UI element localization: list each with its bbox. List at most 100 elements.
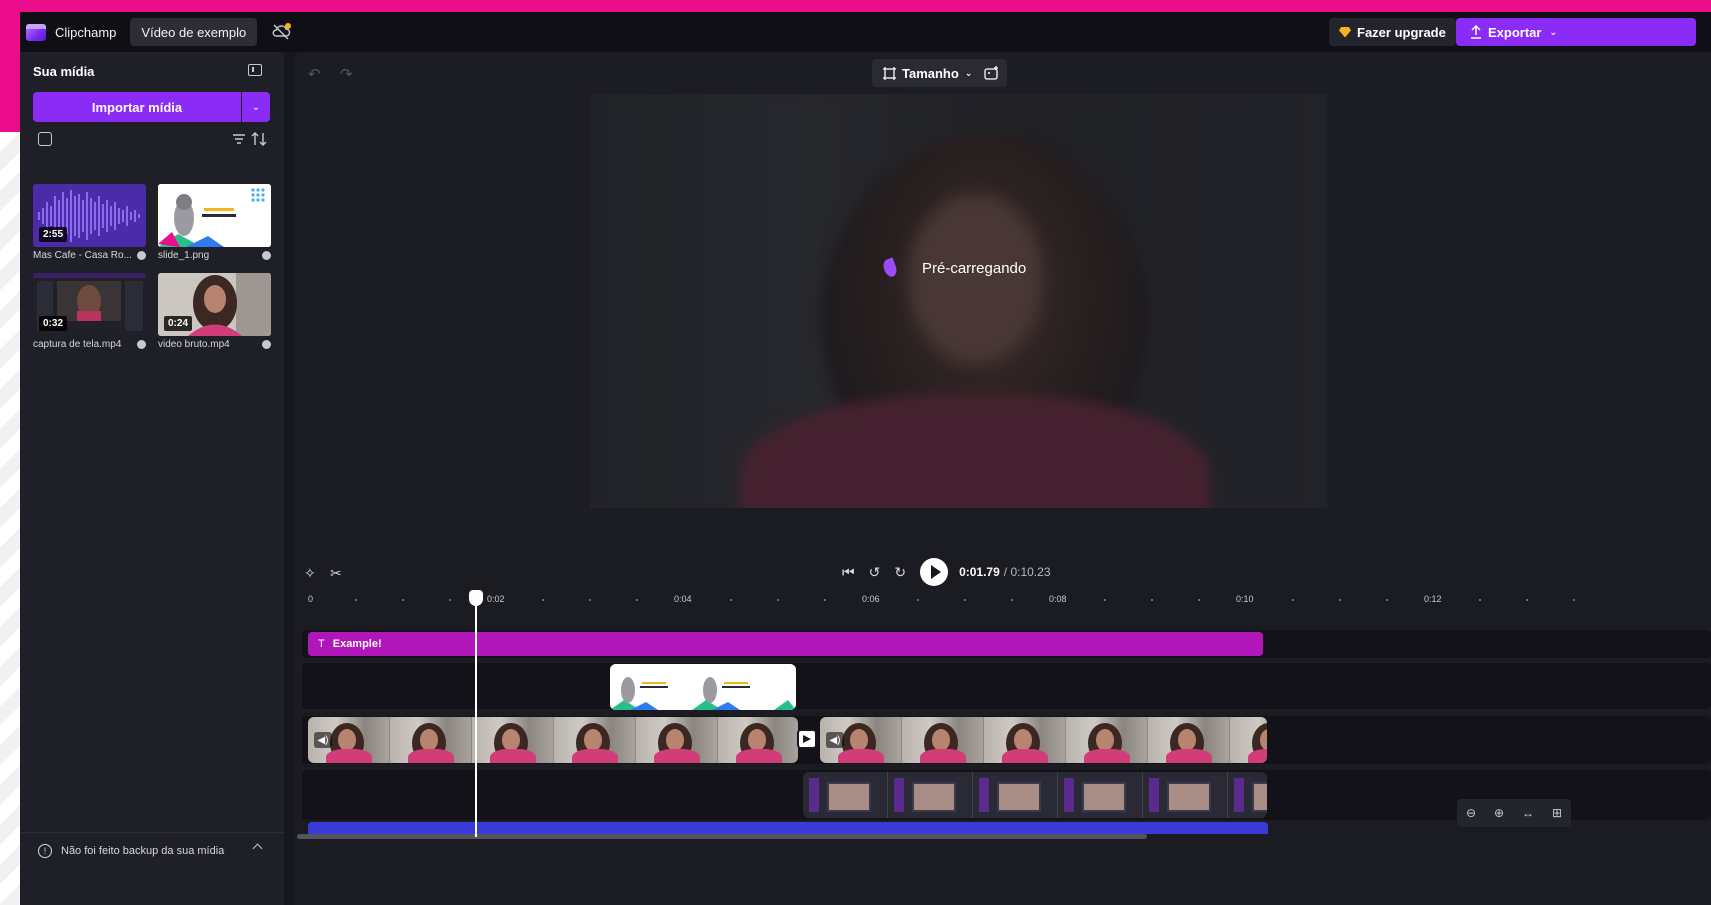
screen-frame-thumb [1143,772,1228,818]
text-clip-label: Example! [332,638,382,650]
video-clip[interactable]: ◀) [820,717,1267,763]
ruler-tick [824,599,826,601]
skip-back-icon[interactable]: ⏮ [842,564,855,581]
media-label: slide_1.png [158,250,271,261]
zoom-controls: ⊖ ⊕ ↔ ⊞ [1457,799,1571,827]
media-panel: Sua mídia Importar mídia ⌄ 2:55 Mas Cafe… [20,52,284,905]
redo-icon[interactable]: ↷ [340,65,353,83]
import-dropdown-button[interactable]: ⌄ [242,92,270,122]
image-clip-frame [610,664,692,710]
undo-icon[interactable]: ↶ [308,65,321,83]
ruler-tick [542,599,544,601]
export-button[interactable]: Exportar ⌄ [1456,18,1696,46]
magic-wand-icon[interactable]: ✧ [304,565,316,582]
volume-icon[interactable]: ◀) [826,732,844,748]
playback-controls: ⏮ ↺ ↻ 0:01.79 / 0:10.23 [842,558,1051,586]
media-item[interactable]: 0:32 captura de tela.mp4 [33,273,146,350]
ruler-tick [402,599,404,601]
import-media-button[interactable]: Importar mídia [33,92,241,122]
image-clip[interactable] [610,664,796,710]
chevron-down-icon: ⌄ [964,67,973,78]
media-label: captura de tela.mp4 [33,339,146,350]
chevron-down-icon: ⌄ [1549,26,1558,37]
cloud-off-icon[interactable] [271,22,292,42]
video-preview[interactable] [590,94,1327,508]
transition-icon[interactable] [797,729,817,749]
media-item[interactable]: slide_1.png [158,184,271,261]
spinner-icon [881,257,899,279]
playhead-handle[interactable] [469,590,483,606]
app-name: Clipchamp [55,24,117,40]
background-corner [0,12,20,132]
media-item[interactable]: 0:24 video bruto.mp4 [158,273,271,350]
image-clip-frame [692,664,774,710]
collapse-panel-icon[interactable] [248,64,262,76]
image-clip-frame [774,664,796,710]
zoom-out-icon[interactable]: ⊖ [1466,806,1476,820]
media-thumbnail: 2:55 [33,184,146,247]
clipchamp-logo-icon [26,23,46,41]
check-icon [137,251,146,260]
screen-frame-thumb [1058,772,1143,818]
audio-clip[interactable] [308,822,1268,834]
ruler-tick [355,599,357,601]
add-ai-button[interactable] [977,59,1007,87]
preview-area: ↶ ↷ Tamanho ⌄ [294,52,1711,552]
backup-notice[interactable]: ! Não foi feito backup da sua mídia [20,832,284,868]
video-frame-thumb [390,717,472,763]
time-ruler[interactable]: 0 0:02 0:04 0:06 0:08 0:10 0:12 [294,594,1711,616]
screen-frame-thumb [1228,772,1267,818]
video-frame-thumb: ◀) [820,717,902,763]
ruler-label: 0:12 [1424,594,1442,604]
ruler-tick [1198,599,1200,601]
info-icon: ! [38,843,52,858]
rewind-5-icon[interactable]: ↺ [869,564,881,581]
select-all-checkbox[interactable] [38,132,52,146]
gem-icon [1339,26,1351,38]
sort-icon[interactable] [251,131,267,147]
top-bar: Clipchamp Vídeo de exemplo Fazer upgrade… [20,12,1711,52]
expand-icon[interactable]: ⊞ [1552,806,1562,820]
screen-capture-clip[interactable] [803,772,1267,818]
image-track[interactable] [302,663,1711,709]
media-label: Mas Cafe - Casa Ro... [33,250,146,261]
ruler-tick [777,599,779,601]
video-clip[interactable]: ◀) [308,717,798,763]
media-thumbnail [158,184,271,247]
video-frame-thumb [636,717,718,763]
timeline-scrollbar[interactable] [297,834,1147,839]
media-name: slide_1.png [158,250,210,261]
project-title[interactable]: Vídeo de exemplo [130,18,258,46]
ruler-tick [449,599,451,601]
background-band [0,0,1711,12]
upgrade-button[interactable]: Fazer upgrade [1329,18,1456,46]
video-frame-thumb [984,717,1066,763]
video-frame-thumb [1148,717,1230,763]
fit-icon[interactable]: ↔ [1522,806,1534,820]
ruler-tick [1151,599,1153,601]
media-item[interactable]: 2:55 Mas Cafe - Casa Ro... [33,184,146,261]
ruler-label: 0:06 [862,594,880,604]
play-button[interactable] [920,558,949,586]
ruler-label: 0:04 [674,594,692,604]
total-time: / 0:10.23 [1003,565,1051,579]
volume-icon[interactable]: ◀) [314,732,332,748]
text-clip[interactable]: T Example! [308,632,1263,656]
check-icon [137,340,146,349]
chevron-up-icon[interactable] [252,843,263,854]
ruler-tick [1479,599,1481,601]
video-frame-thumb [902,717,984,763]
loading-indicator: Pré-carregando [881,257,1026,279]
ruler-tick [964,599,966,601]
backup-notice-text: Não foi feito backup da sua mídia [61,844,225,857]
video-frame-thumb [718,717,798,763]
forward-5-icon[interactable]: ↻ [894,564,906,581]
zoom-in-icon[interactable]: ⊕ [1494,806,1504,820]
scissors-icon[interactable]: ✂ [330,565,342,582]
ruler-tick [730,599,732,601]
filter-icon[interactable] [232,133,246,145]
playhead-line [475,597,477,837]
media-name: video bruto.mp4 [158,339,230,350]
size-button[interactable]: Tamanho ⌄ [872,59,984,87]
logo[interactable]: Clipchamp [26,23,117,41]
